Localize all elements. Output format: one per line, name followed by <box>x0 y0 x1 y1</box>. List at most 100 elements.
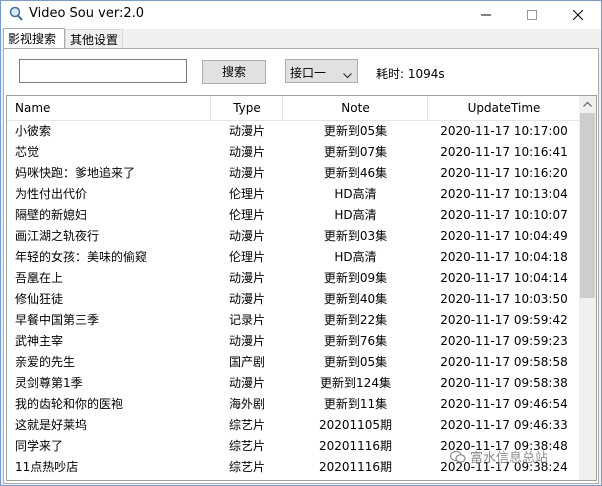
list-header: Name Type Note UpdateTime <box>7 96 579 121</box>
cell-note: 20201105期 <box>318 418 393 432</box>
close-button[interactable] <box>555 1 601 29</box>
cell-updatetime: 2020-11-17 10:16:41 <box>440 145 568 159</box>
tab-other-settings[interactable]: 其他设置 <box>65 29 123 49</box>
cell-type: 动漫片 <box>228 145 265 159</box>
cell-updatetime: 2020-11-17 10:04:18 <box>440 250 568 264</box>
cell-note: 20201116期 <box>318 460 393 474</box>
cell-updatetime: 2020-11-17 09:46:33 <box>440 418 568 432</box>
cell-updatetime: 2020-11-17 10:13:04 <box>440 187 568 201</box>
cell-name: 同学来了 <box>15 439 64 453</box>
cell-updatetime: 2020-11-17 10:03:50 <box>440 292 568 306</box>
cell-updatetime: 2020-11-17 09:59:23 <box>440 334 568 348</box>
cell-type: 动漫片 <box>228 376 265 390</box>
cell-updatetime: 2020-11-17 10:17:00 <box>440 124 568 138</box>
list-body: 小彼索 动漫片 更新到05集 2020-11-17 10:17:00 芯觉 动漫片 更新到0… <box>7 121 579 478</box>
search-button[interactable]: 搜索 <box>202 60 266 84</box>
cell-type: 动漫片 <box>228 229 265 243</box>
column-divider[interactable] <box>427 96 428 120</box>
column-header-note[interactable]: Note <box>284 96 427 120</box>
cell-type: 综艺片 <box>228 460 265 474</box>
cell-updatetime: 2020-11-17 09:59:42 <box>440 313 568 327</box>
cell-name: 修仙狂徒 <box>15 292 64 306</box>
tab-video-search[interactable]: 影视搜索 <box>3 28 65 49</box>
title-bar[interactable]: Video Sou ver:2.0 <box>1 1 601 29</box>
cell-type: 国产剧 <box>228 355 265 369</box>
cell-note: 更新到11集 <box>323 397 388 411</box>
cell-note: HD高清 <box>334 208 377 222</box>
cell-type: 记录片 <box>228 313 265 327</box>
table-row[interactable]: 早餐中国第三季 记录片 更新到22集 2020-11-17 09:59:42 <box>7 310 579 331</box>
cell-type: 动漫片 <box>228 166 265 180</box>
cell-type: 动漫片 <box>228 124 265 138</box>
table-row[interactable]: 隔壁的新媳妇 伦理片 HD高清 2020-11-17 10:10:07 <box>7 205 579 226</box>
cell-updatetime: 2020-11-17 09:58:38 <box>440 376 568 390</box>
table-row[interactable]: 妈咪快跑：爹地追来了 动漫片 更新到46集 2020-11-17 10:16:20 <box>7 163 579 184</box>
table-row[interactable]: 小彼索 动漫片 更新到05集 2020-11-17 10:17:00 <box>7 121 579 142</box>
cell-type: 伦理片 <box>228 187 265 201</box>
table-row[interactable]: 武神主宰 动漫片 更新到76集 2020-11-17 09:59:23 <box>7 331 579 352</box>
scroll-thumb[interactable] <box>580 113 595 298</box>
scroll-up-button[interactable] <box>579 96 596 113</box>
column-divider[interactable] <box>210 96 211 120</box>
cell-note: HD高清 <box>334 187 377 201</box>
search-panel: 搜索 接口一 耗时: 1094s Name Type Note UpdateTi… <box>3 48 599 484</box>
table-row[interactable]: 吾凰在上 动漫片 更新到09集 2020-11-17 10:04:14 <box>7 268 579 289</box>
cell-updatetime: 2020-11-17 10:16:20 <box>440 166 568 180</box>
column-header-updatetime[interactable]: UpdateTime <box>429 96 579 120</box>
elapsed-value: 1094s <box>407 67 445 81</box>
cell-note: 更新到07集 <box>323 145 388 159</box>
cell-name: 11点热吵店 <box>15 460 79 474</box>
column-divider[interactable] <box>282 96 283 120</box>
cell-name: 小彼索 <box>15 124 52 138</box>
cell-name: 芯觉 <box>15 145 40 159</box>
cell-name: 武神主宰 <box>15 334 64 348</box>
table-row[interactable]: 年轻的女孩：美味的偷窥 伦理片 HD高清 2020-11-17 10:04:18 <box>7 247 579 268</box>
cell-updatetime: 2020-11-17 10:04:49 <box>440 229 568 243</box>
minimize-button[interactable] <box>463 1 509 29</box>
cell-name: 早餐中国第三季 <box>15 313 100 327</box>
tab-strip: 其他设置 影视搜索 <box>1 28 601 49</box>
api-select[interactable]: 接口一 <box>285 59 358 83</box>
cell-type: 动漫片 <box>228 292 265 306</box>
search-input[interactable] <box>19 59 187 83</box>
vertical-scrollbar[interactable] <box>579 96 596 480</box>
cell-name: 灵剑尊第1季 <box>15 376 83 390</box>
watermark: 富水信息总站 <box>449 447 548 468</box>
cell-name: 我的齿轮和你的医袍 <box>15 397 124 411</box>
cell-note: 更新到22集 <box>323 313 388 327</box>
cell-note: 20201116期 <box>318 439 393 453</box>
cell-updatetime: 2020-11-17 09:46:54 <box>440 397 568 411</box>
cell-type: 动漫片 <box>228 271 265 285</box>
maximize-button[interactable] <box>509 1 555 29</box>
cell-name: 亲爱的先生 <box>15 355 76 369</box>
elapsed-time: 耗时: 1094s <box>376 65 445 82</box>
table-row[interactable]: 这就是好莱坞 综艺片 20201105期 2020-11-17 09:46:33 <box>7 415 579 436</box>
cell-name: 妈咪快跑：爹地追来了 <box>15 166 136 180</box>
window-title: Video Sou ver:2.0 <box>29 6 144 21</box>
cell-name: 吾凰在上 <box>15 271 64 285</box>
cell-type: 综艺片 <box>228 418 265 432</box>
table-row[interactable]: 为性付出代价 伦理片 HD高清 2020-11-17 10:13:04 <box>7 184 579 205</box>
wechat-icon <box>449 450 466 468</box>
elapsed-label: 耗时: <box>376 67 405 81</box>
app-window: Video Sou ver:2.0 其他设置 影视搜索 搜索 接口一 耗时: 1… <box>0 0 602 486</box>
cell-updatetime: 2020-11-17 09:58:58 <box>440 355 568 369</box>
table-row[interactable]: 亲爱的先生 国产剧 更新到05集 2020-11-17 09:58:58 <box>7 352 579 373</box>
table-row[interactable]: 灵剑尊第1季 动漫片 更新到124集 2020-11-17 09:58:38 <box>7 373 579 394</box>
column-header-name[interactable]: Name <box>15 96 50 120</box>
cell-name: 年轻的女孩：美味的偷窥 <box>15 250 148 264</box>
table-row[interactable]: 修仙狂徒 动漫片 更新到40集 2020-11-17 10:03:50 <box>7 289 579 310</box>
api-select-value: 接口一 <box>290 66 327 80</box>
cell-name: 画江湖之轨夜行 <box>15 229 100 243</box>
table-row[interactable]: 芯觉 动漫片 更新到07集 2020-11-17 10:16:41 <box>7 142 579 163</box>
cell-note: 更新到03集 <box>323 229 388 243</box>
cell-note: HD高清 <box>334 250 377 264</box>
table-row[interactable]: 我的齿轮和你的医袍 海外剧 更新到11集 2020-11-17 09:46:54 <box>7 394 579 415</box>
cell-note: 更新到09集 <box>323 271 388 285</box>
cell-name: 为性付出代价 <box>15 187 88 201</box>
cell-note: 更新到40集 <box>323 292 388 306</box>
cell-updatetime: 2020-11-17 10:10:07 <box>440 208 568 222</box>
cell-note: 更新到76集 <box>323 334 388 348</box>
table-row[interactable]: 画江湖之轨夜行 动漫片 更新到03集 2020-11-17 10:04:49 <box>7 226 579 247</box>
column-header-type[interactable]: Type <box>212 96 282 120</box>
